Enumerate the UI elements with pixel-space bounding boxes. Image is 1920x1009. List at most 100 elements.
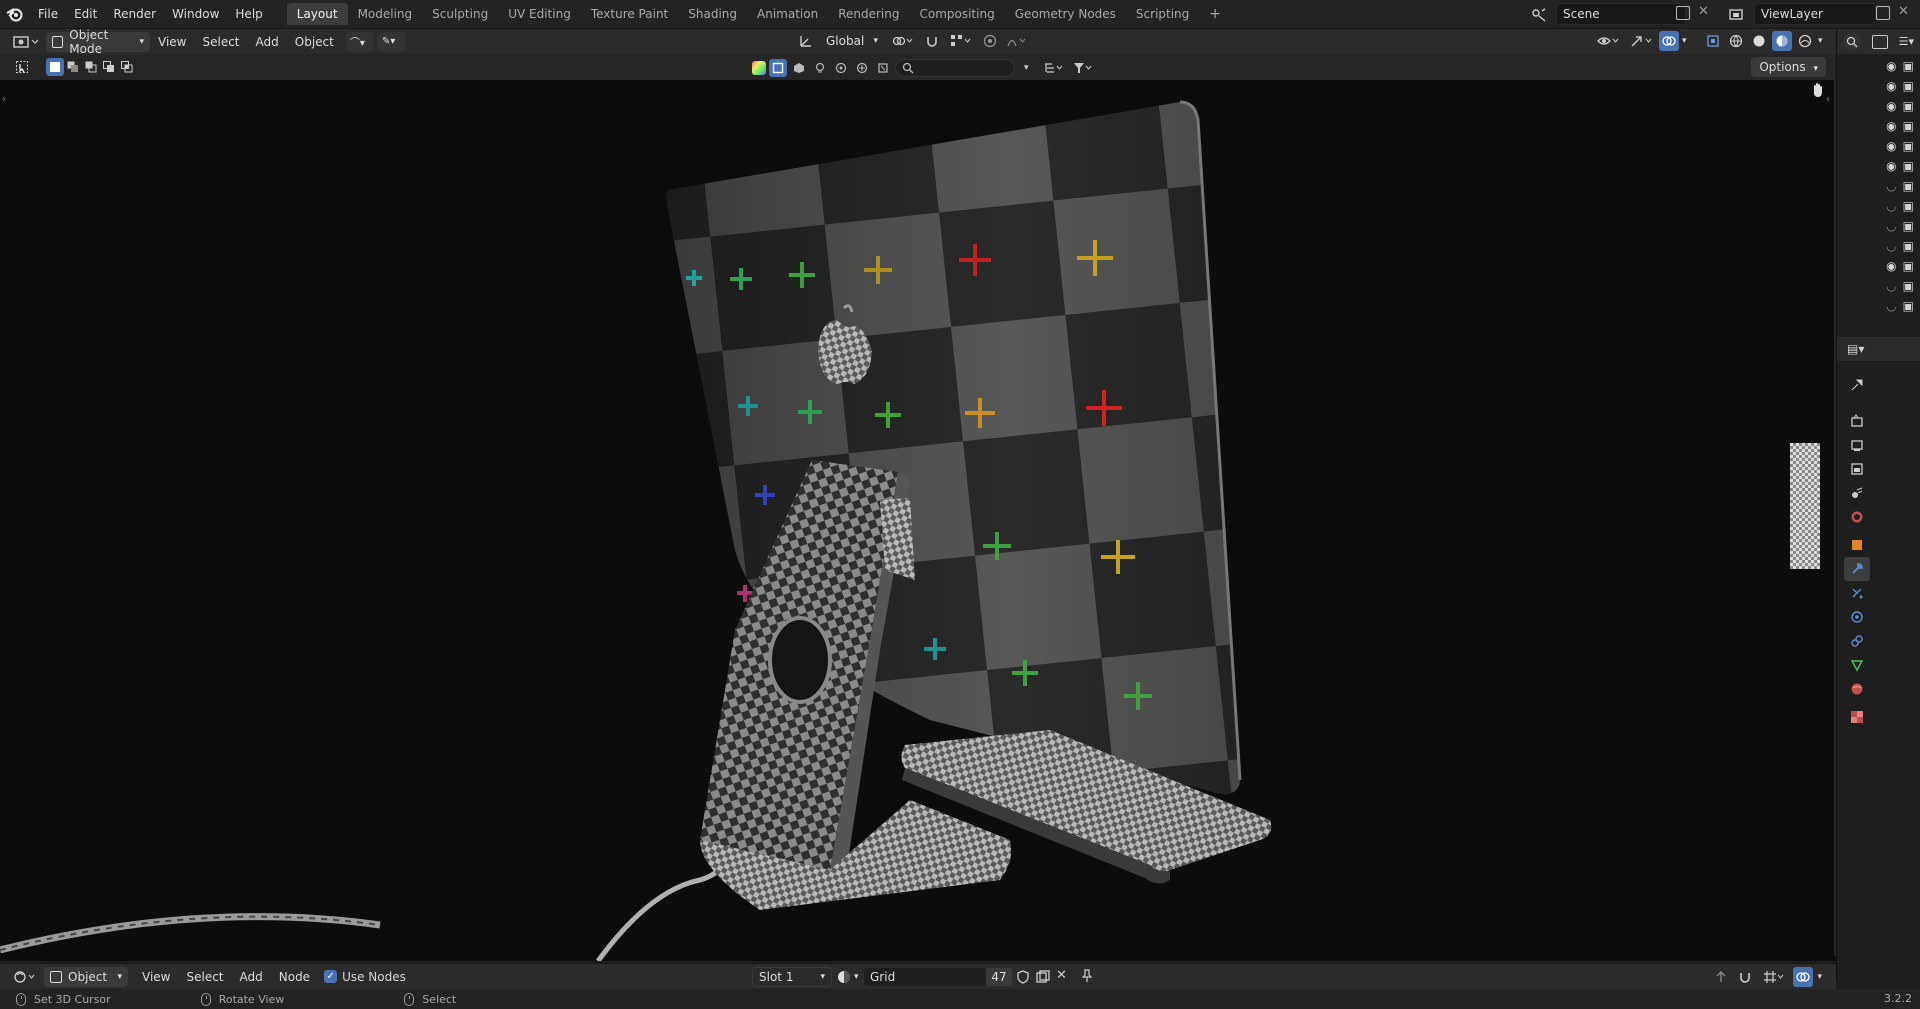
material-preview-shading-icon[interactable] [1772,31,1792,51]
menu-add[interactable]: Add [232,970,271,984]
properties-editor-icon[interactable]: ▤▾ [1847,342,1864,356]
tab-texture-paint[interactable]: Texture Paint [581,3,678,25]
mode-dropdown[interactable]: Object Mode ▾ [46,28,150,56]
constraint-properties-icon[interactable] [1844,629,1870,653]
camera-render-icon[interactable]: ▣ [1903,279,1914,293]
new-scene-icon[interactable] [1676,6,1690,20]
view-layer-icon[interactable] [1724,5,1750,25]
selectable-object-icon[interactable] [769,59,787,77]
select-tool-icon[interactable] [12,57,32,77]
mesh-filter-icon[interactable] [790,59,808,77]
physics-properties-icon[interactable] [1844,605,1870,629]
3d-viewport[interactable]: › ‹ [0,80,1836,961]
tool-properties-icon[interactable] [1844,373,1870,397]
light-filter-icon[interactable] [811,59,829,77]
scene-name-field[interactable]: Scene [1556,3,1686,25]
material-browse-icon[interactable]: ▾ [836,969,859,985]
delete-view-layer-icon[interactable]: ✕ [1898,4,1909,19]
delete-scene-icon[interactable]: ✕ [1698,4,1709,19]
editor-type-icon[interactable] [10,32,42,52]
eye-icon[interactable]: ◉ [1886,159,1896,173]
select-subtract-mode-icon[interactable] [82,58,100,76]
tab-rendering[interactable]: Rendering [828,3,909,25]
eye-closed-icon[interactable]: ◡ [1886,179,1896,193]
gpencil-dropdown[interactable]: ✎▾ [377,31,406,52]
camera-render-icon[interactable]: ▣ [1903,79,1914,93]
pivot-point-icon[interactable] [888,31,918,51]
chevron-down-icon[interactable]: ▾ [1817,972,1822,982]
eye-closed-icon[interactable]: ◡ [1886,219,1896,233]
eye-closed-icon[interactable]: ◡ [1886,299,1896,313]
tab-layout[interactable]: Layout [286,3,348,25]
tab-geometry-nodes[interactable]: Geometry Nodes [1005,3,1126,25]
visibility-filter-icon[interactable] [1593,31,1623,51]
select-new-mode-icon[interactable] [46,58,64,76]
node-overlays-icon[interactable] [1793,967,1814,987]
filter-funnel-icon[interactable] [1070,58,1096,78]
select-intersect-mode-icon[interactable] [118,58,136,76]
data-properties-icon[interactable] [1844,653,1870,677]
menu-node[interactable]: Node [271,970,318,984]
eye-icon[interactable]: ◉ [1886,259,1896,273]
rendered-shading-icon[interactable] [1795,31,1815,51]
world-properties-icon[interactable] [1844,505,1870,529]
scene-properties-icon[interactable] [1844,481,1870,505]
shader-type-dropdown[interactable]: Object ▾ [44,966,128,987]
fake-user-shield-icon[interactable] [1016,970,1030,987]
menu-object[interactable]: Object [287,35,342,49]
xray-toggle-icon[interactable] [1703,31,1723,51]
menu-window[interactable]: Window [164,0,227,29]
view-layer-field[interactable]: ViewLayer [1754,3,1876,25]
new-view-layer-icon[interactable] [1876,6,1890,20]
camera-render-icon[interactable]: ▣ [1903,179,1914,193]
eye-icon[interactable]: ◉ [1886,59,1896,73]
outliner-editor-icon[interactable] [1871,34,1888,49]
eye-closed-icon[interactable]: ◡ [1886,279,1896,293]
zoom-view-icon[interactable] [1843,32,1861,51]
unlink-material-icon[interactable]: ✕ [1056,968,1067,983]
empty-filter-icon[interactable] [853,59,871,77]
menu-edit[interactable]: Edit [66,0,105,29]
snap-grid-icon[interactable] [1759,967,1789,987]
tab-sculpting[interactable]: Sculpting [422,3,498,25]
tab-compositing[interactable]: Compositing [909,3,1004,25]
view-layer-properties-icon[interactable] [1844,457,1870,481]
camera-render-icon[interactable]: ▣ [1903,219,1914,233]
pan-view-icon[interactable] [1807,79,1829,101]
eye-icon[interactable]: ◉ [1886,79,1896,93]
transform-orientation-icon[interactable] [796,31,816,51]
options-dropdown[interactable]: Options ▾ [1751,57,1826,77]
overlays-dropdown-icon[interactable]: ▾ [1682,36,1692,46]
particles-properties-icon[interactable] [1844,581,1870,605]
select-extend-mode-icon[interactable] [64,58,82,76]
chevron-down-icon[interactable]: ▾ [1024,63,1038,73]
snap-toggle-icon[interactable] [922,31,942,51]
add-workspace-button[interactable]: + [1199,3,1231,25]
camera-render-icon[interactable]: ▣ [1903,99,1914,113]
camera-render-icon[interactable]: ▣ [1903,159,1914,173]
output-properties-icon[interactable] [1844,433,1870,457]
eye-icon[interactable]: ◉ [1886,139,1896,153]
camera-render-icon[interactable]: ▣ [1903,239,1914,253]
tab-animation[interactable]: Animation [747,3,828,25]
tab-scripting[interactable]: Scripting [1126,3,1199,25]
camera-render-icon[interactable]: ▣ [1903,299,1914,313]
falloff-curve-icon[interactable] [1004,31,1030,51]
brush-falloff-dropdown[interactable]: ⌒▾ [345,31,374,52]
menu-view[interactable]: View [150,35,194,49]
overlays-toggle-icon[interactable] [1659,31,1679,51]
camera-render-icon[interactable]: ▣ [1903,259,1914,273]
material-properties-icon[interactable] [1844,677,1870,701]
solid-shading-icon[interactable] [1749,31,1769,51]
transform-orientation-dropdown[interactable]: Global ▾ [820,31,884,51]
snap-element-icon[interactable] [946,31,976,51]
snap-node-icon[interactable] [1735,967,1755,987]
tab-uv-editing[interactable]: UV Editing [498,3,581,25]
duplicate-material-icon[interactable] [1036,970,1050,987]
outliner-display-mode-icon[interactable]: ☰▾ [1899,35,1914,48]
scene-selector-icon[interactable] [1526,5,1552,25]
menu-add[interactable]: Add [248,35,287,49]
camera-filter-icon[interactable] [832,59,850,77]
filter-color-icon[interactable] [752,61,766,75]
menu-file[interactable]: File [30,0,66,29]
